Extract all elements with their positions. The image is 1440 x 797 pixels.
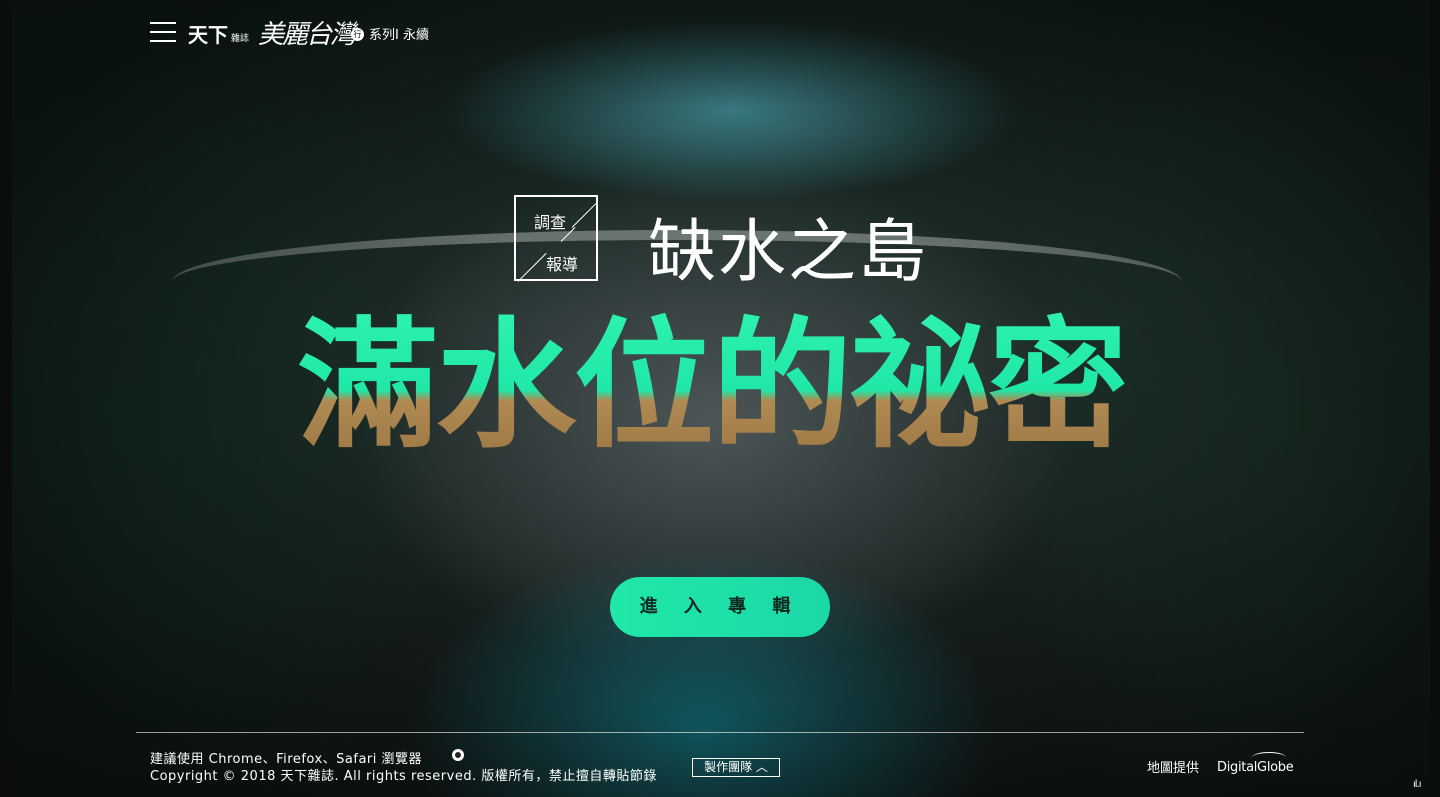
site-logo[interactable]: 天下 — [188, 19, 228, 48]
page-subtitle: 缺水之島 — [648, 213, 929, 292]
footer-divider — [136, 732, 1304, 733]
enter-feature-button[interactable]: 進 入 專 輯 — [610, 577, 830, 637]
report-badge-line2: 報導 — [546, 255, 579, 274]
copyright-text: Copyright © 2018 天下雜誌. All rights reserv… — [150, 769, 657, 784]
badge-slash — [517, 252, 547, 282]
series-logo[interactable]: 美麗台灣 — [258, 14, 356, 51]
report-badge: 調查 報導 — [514, 195, 598, 282]
github-icon[interactable] — [452, 749, 464, 761]
series-badge: 行 — [351, 28, 364, 41]
audio-bars-icon[interactable]: ıl.ı — [1413, 779, 1421, 790]
site-logo-sub: 雜誌 — [231, 34, 250, 44]
series-label: 系列Ⅰ 永續 — [369, 28, 429, 43]
report-badge-line1: 調查 — [534, 213, 567, 232]
production-team-button[interactable]: 製作團隊 ︿ — [692, 758, 780, 777]
provider-logo[interactable]: DigitalGlobe — [1217, 760, 1294, 775]
menu-icon[interactable] — [150, 22, 176, 42]
badge-slash — [571, 203, 597, 228]
map-credit-label: 地圖提供 — [1147, 761, 1200, 776]
page-title: 滿水位的祕密 — [298, 302, 1158, 472]
